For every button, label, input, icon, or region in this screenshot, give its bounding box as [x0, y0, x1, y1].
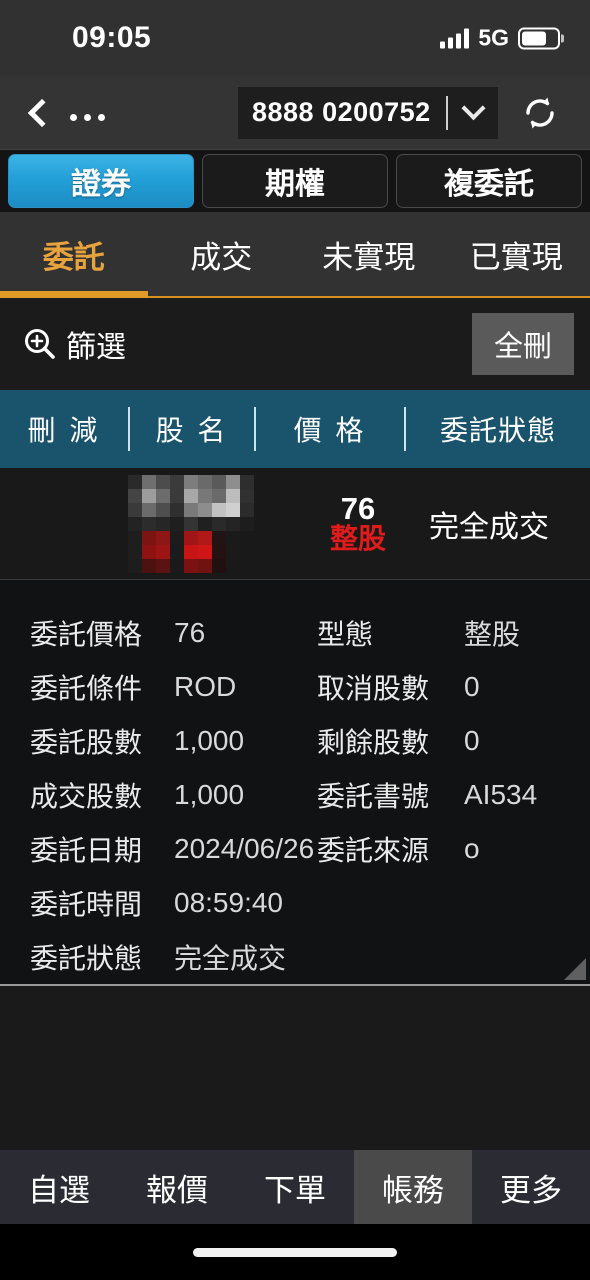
refresh-button[interactable]: [518, 91, 562, 135]
detail-value-order-condition: ROD: [174, 671, 237, 702]
detail-label-order-time: 委託時間: [30, 889, 143, 920]
account-number: 8888 0200752: [252, 97, 431, 127]
detail-label-filled-shares: 成交股數: [30, 781, 143, 812]
cellular-signal-icon: [440, 28, 470, 48]
bottom-nav-more[interactable]: 更多: [472, 1150, 590, 1224]
detail-label-order-date: 委託日期: [30, 835, 143, 866]
status-bar: 09:05 5G: [0, 0, 590, 76]
resize-handle-icon[interactable]: [564, 958, 586, 980]
status-time: 09:05: [72, 21, 152, 54]
status-indicators: 5G: [440, 25, 560, 52]
detail-value-order-shares: 1,000: [174, 725, 245, 756]
masked-stock-name: [128, 474, 254, 573]
detail-value-order-date: 2024/06/26: [174, 833, 315, 864]
detail-row: 成交股數 1,000 委託書號 AI534: [0, 768, 590, 822]
row-price-value: 76: [340, 491, 376, 527]
segment-securities[interactable]: 證券: [8, 154, 194, 208]
detail-value-order-time: 08:59:40: [174, 887, 283, 918]
bottom-nav-watchlist[interactable]: 自選: [0, 1150, 118, 1224]
table-row[interactable]: 76 整股 完全成交: [0, 468, 590, 580]
detail-row: 委託日期 2024/06/26 委託來源 o: [0, 822, 590, 876]
order-tabs: 委託 成交 未實現 已實現: [0, 212, 590, 298]
network-label: 5G: [478, 24, 509, 51]
detail-value-filled-shares: 1,000: [174, 779, 245, 810]
detail-value-remaining-shares: 0: [464, 725, 480, 756]
nav-bar: 8888 0200752: [0, 76, 590, 150]
row-stock-name-cell: [128, 474, 303, 573]
detail-row: 委託價格 76 型態 整股: [0, 606, 590, 660]
tab-fills[interactable]: 成交: [148, 212, 296, 296]
home-indicator: [193, 1247, 397, 1257]
empty-list-area: [0, 986, 590, 1150]
detail-value-order-status: 完全成交: [174, 943, 287, 974]
detail-label-order-condition: 委託條件: [30, 673, 143, 704]
detail-value-order-number: AI534: [464, 779, 538, 810]
battery-icon: [518, 27, 560, 49]
row-price-type: 整股: [329, 523, 386, 555]
detail-label-remaining-shares: 剩餘股數: [317, 727, 430, 758]
detail-value-cancelled-shares: 0: [464, 671, 480, 702]
bottom-nav-trade[interactable]: 下單: [236, 1150, 354, 1224]
column-header-status: 委託狀態: [439, 415, 556, 446]
detail-label-order-price: 委託價格: [30, 619, 143, 650]
account-type-segments: 證券 期權 複委託: [0, 150, 590, 212]
detail-row: 委託時間 08:59:40: [0, 876, 590, 930]
tab-orders[interactable]: 委託: [0, 212, 148, 298]
bottom-nav: 自選 報價 下單 帳務 更多: [0, 1150, 590, 1224]
bottom-nav-quotes[interactable]: 報價: [118, 1150, 236, 1224]
magnifier-plus-icon: [25, 329, 55, 359]
detail-value-order-price: 76: [174, 617, 206, 648]
column-header-delete: 刪 減: [27, 415, 101, 446]
delete-all-button[interactable]: 全刪: [471, 313, 574, 375]
column-header-stock-name: 股 名: [155, 415, 229, 446]
bottom-nav-account[interactable]: 帳務: [354, 1150, 472, 1224]
detail-label-order-status: 委託狀態: [30, 943, 143, 974]
detail-label-order-shares: 委託股數: [30, 727, 143, 758]
column-header-price: 價 格: [293, 415, 367, 446]
table-header: 刪 減 股 名 價 格 委託狀態: [0, 390, 590, 468]
detail-label-cancelled-shares: 取消股數: [317, 673, 430, 704]
detail-value-type: 整股: [464, 619, 521, 650]
ellipsis-icon: [70, 114, 105, 121]
back-chevron-icon: [27, 98, 57, 127]
account-selector[interactable]: 8888 0200752: [238, 86, 498, 139]
detail-row: 委託條件 ROD 取消股數 0: [0, 660, 590, 714]
detail-label-order-number: 委託書號: [317, 781, 430, 812]
tab-unrealized[interactable]: 未實現: [295, 212, 443, 296]
tab-realized[interactable]: 已實現: [443, 212, 590, 296]
segment-options[interactable]: 期權: [202, 154, 388, 208]
back-button[interactable]: [26, 98, 105, 127]
refresh-icon: [526, 97, 554, 128]
segment-subbrokerage[interactable]: 複委託: [396, 154, 582, 208]
order-detail-panel: 委託價格 76 型態 整股 委託條件 ROD 取消股數 0 委託股數 1,000…: [0, 580, 590, 986]
filter-button[interactable]: 篩選: [22, 322, 126, 366]
row-price-cell: 76 整股: [303, 493, 413, 553]
chevron-down-icon[interactable]: [448, 96, 498, 121]
app-root: 09:05 5G 8888 0200752 證券 期權 複委託 委託 成交 未實…: [0, 0, 590, 1280]
detail-label-type: 型態: [317, 619, 374, 650]
detail-value-order-source: o: [464, 833, 480, 864]
detail-row: 委託狀態 完全成交: [0, 930, 590, 984]
detail-label-order-source: 委託來源: [317, 835, 430, 866]
filter-label: 篩選: [66, 331, 126, 364]
row-status: 完全成交: [429, 510, 549, 544]
detail-row: 委託股數 1,000 剩餘股數 0: [0, 714, 590, 768]
home-indicator-bar: [0, 1224, 590, 1280]
filter-bar: 篩選 全刪: [0, 298, 590, 390]
